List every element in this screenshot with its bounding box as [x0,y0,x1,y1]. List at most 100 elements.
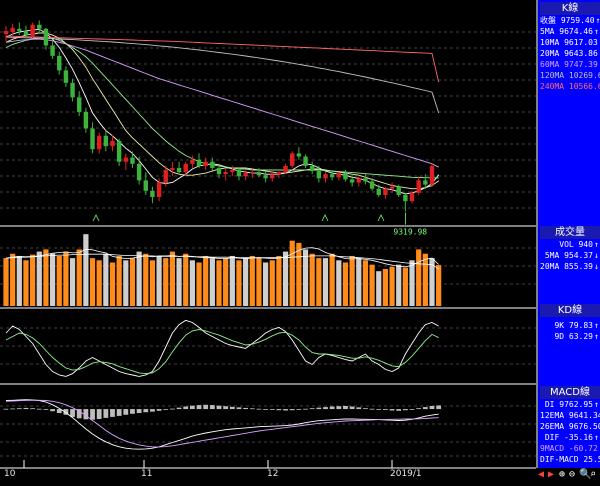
zoom-icon[interactable]: ⌕ [590,469,596,481]
indicator-value: 9674.46 [559,27,593,36]
macd-histogram-bar [263,409,268,410]
macd-histogram-bar [269,409,275,410]
macd-histogram-bar [116,409,122,416]
indicator-row: 60MA 9747.39↓ [540,59,600,70]
macd-histogram-bar [229,406,235,410]
candle-body [156,182,162,198]
candle-body [43,28,49,46]
volume-bar [422,253,428,306]
macd-histogram-bar [3,408,9,410]
indicator-row: 9K 79.83↑ [540,320,600,331]
indicator-row: 收盤 9759.40↑ [540,15,600,26]
volume-bar [243,258,249,306]
macd-histogram-bar [303,408,308,410]
macd-histogram-bar [389,409,395,411]
volume-bar [109,262,116,306]
volume-bar [322,258,329,306]
candle-body [77,97,82,112]
macd-histogram-bar [209,405,215,410]
kd-panel-title: KD線 [540,304,600,317]
volume-bar [143,253,149,306]
indicator-label: 20MA [540,49,565,58]
macd-histogram-bar [296,409,302,410]
indicator-label: 240MA [540,82,569,91]
macd-histogram-bar [329,406,335,410]
volume-bar [103,253,109,306]
candle-body [123,157,129,162]
macd-histogram-bar [422,407,428,410]
signal-marker [92,214,100,222]
macd-histogram-bar [216,405,222,410]
macd-histogram-bar [436,405,442,410]
indicator-row: 26EMA 9676.50↑ [540,421,600,432]
volume-bar [129,258,136,306]
x-axis-label: 12 [267,469,279,479]
volume-bar [276,255,282,306]
indicator-row: DIF -35.16↑ [540,432,600,443]
volume-bar [396,264,402,306]
kd-line-9d [5,329,439,375]
volume-bar [302,249,309,306]
candle-body [116,140,122,162]
volume-bar [329,253,335,306]
candle-body [429,165,435,185]
volume-bar [76,249,82,306]
indicator-value: 10566.61 [568,82,600,91]
volume-bar [289,240,295,306]
indicator-row: 20MA 855.39↓ [540,261,600,272]
candle-body [230,170,235,173]
signal-marker [377,214,385,222]
macd-histogram-bar [236,407,242,410]
macd-histogram-bar [50,409,55,412]
macd-histogram-bar [23,407,29,410]
macd-histogram-bar [256,408,262,410]
volume-bar [36,251,42,306]
indicator-row: 20MA 9643.86↓ [540,48,600,59]
macd-histogram-bar [16,408,22,410]
macd-histogram-bar [30,408,36,410]
indicator-row: 120MA 10269.63↓ [540,70,600,81]
candle-body [103,135,109,147]
candle-body [263,175,268,179]
indicator-value: 63.29 [568,332,593,341]
low-price-marker: 9319.98 [393,228,427,237]
macd-histogram-bar [203,404,209,410]
indicator-row: 240MA 10566.61↓ [540,81,600,92]
zoom-out-icon[interactable]: ⊖ [569,469,575,481]
arrow-up-icon: ↑ [594,27,599,36]
candle-body [309,165,315,172]
candle-body [190,159,195,164]
volume-bar [216,260,222,306]
candle-body [83,111,89,129]
indicator-value: 9762.95 [559,400,593,409]
candle-body [369,181,375,189]
volume-bar [296,242,302,306]
macd-histogram-bar [90,409,95,420]
candle-body [396,186,401,195]
arrow-left-icon[interactable]: ◀ [538,469,544,481]
candle-body [150,190,155,198]
arrow-up-icon: ↑ [594,332,599,341]
candle-body [30,24,35,37]
candle-body [250,172,255,174]
macd-histogram-bar [416,408,422,410]
zoom-in-icon[interactable]: ⊕ [559,469,565,481]
ma-line-240ma [5,35,440,83]
ma-line-5ma [5,28,440,195]
volume-bar [203,255,209,306]
macd-histogram-bar [110,409,115,417]
ma-line-10ma [5,32,439,190]
macd-histogram-bar [409,409,415,410]
indicator-row: 5MA 9674.46↑ [540,26,600,37]
volume-bar [236,260,242,306]
candle-body [110,140,115,147]
arrow-up-icon: ↑ [595,16,600,25]
indicator-value: 9676.50 [568,422,600,431]
candle-body [17,28,22,31]
candle-body [356,178,361,183]
indicator-row: 10MA 9617.03↑ [540,37,600,48]
volume-bar [382,269,389,306]
candle-body [170,167,175,171]
candle-body [270,174,275,179]
arrow-right-icon[interactable]: ▶ [548,469,554,481]
